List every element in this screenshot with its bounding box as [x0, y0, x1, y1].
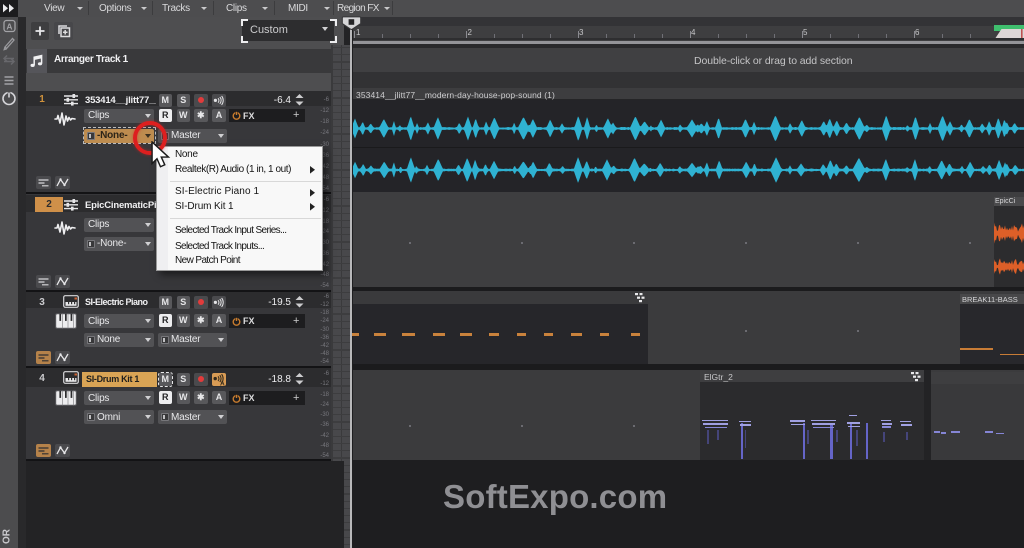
svg-text:A: A: [220, 380, 225, 386]
svg-text:A: A: [6, 21, 12, 31]
